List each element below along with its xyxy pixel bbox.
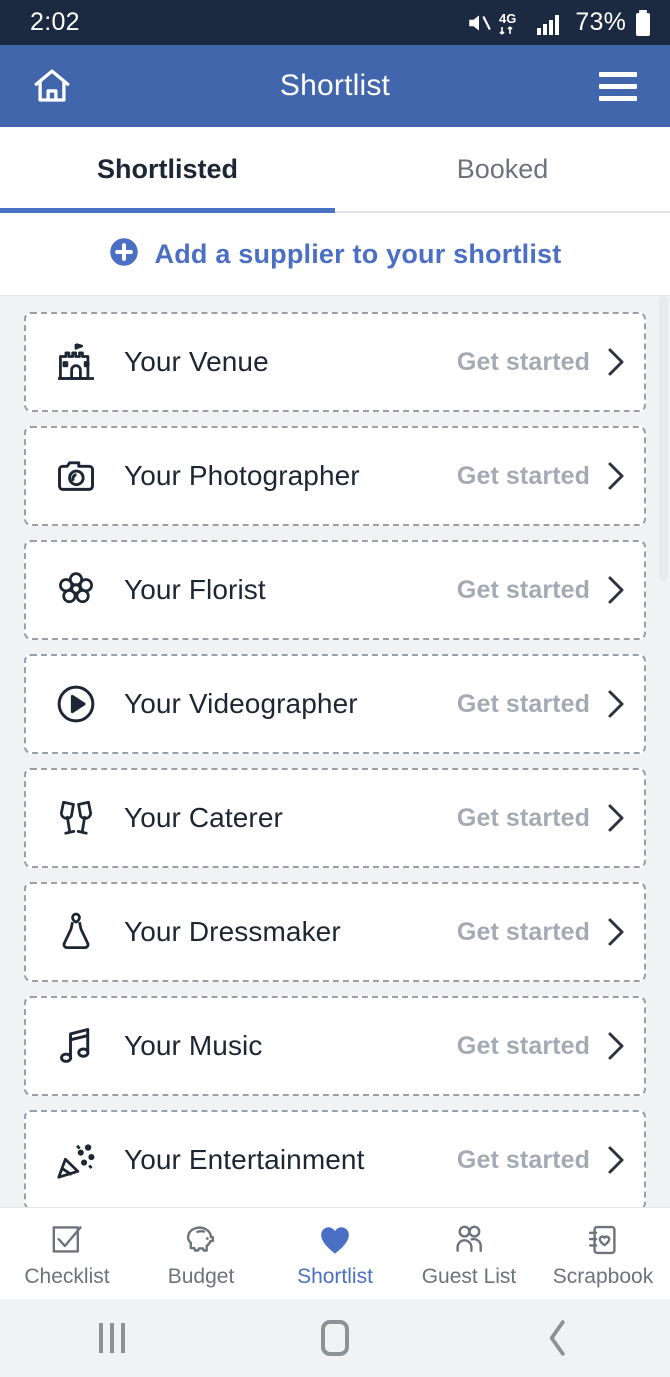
champagne-icon — [48, 796, 104, 840]
piggy-bank-icon — [182, 1218, 220, 1258]
status-time: 2:02 — [30, 8, 80, 36]
scrollbar[interactable] — [659, 296, 668, 581]
chevron-right-icon — [606, 1031, 626, 1061]
supplier-cta: Get started — [456, 689, 590, 718]
supplier-card-florist[interactable]: Your Florist Get started — [24, 540, 646, 640]
4g-data-icon: 4G — [499, 10, 529, 36]
supplier-cta: Get started — [456, 1145, 590, 1174]
nav-item-scrapbook[interactable]: Scrapbook — [536, 1208, 670, 1299]
nav-item-checklist[interactable]: Checklist — [0, 1208, 134, 1299]
party-popper-icon — [48, 1138, 104, 1182]
mute-icon — [466, 10, 492, 36]
nav-item-guest-list[interactable]: Guest List — [402, 1208, 536, 1299]
notebook-icon — [585, 1218, 621, 1258]
supplier-cta: Get started — [456, 461, 590, 490]
plus-circle-icon — [109, 237, 139, 272]
nav-item-budget[interactable]: Budget — [134, 1208, 268, 1299]
signal-bars-icon — [536, 10, 564, 36]
camera-icon — [48, 454, 104, 498]
supplier-label: Your Florist — [124, 574, 266, 605]
castle-icon — [48, 340, 104, 384]
supplier-label: Your Caterer — [124, 802, 283, 833]
back-icon[interactable] — [513, 1308, 603, 1368]
supplier-label: Your Dressmaker — [124, 916, 341, 947]
home-icon[interactable] — [26, 60, 78, 112]
supplier-label: Your Venue — [124, 346, 269, 377]
chevron-right-icon — [606, 689, 626, 719]
phone-screen: 2:02 4G 73% Shortlist Shortlisted Booked… — [0, 0, 670, 1377]
supplier-label: Your Music — [124, 1030, 263, 1061]
supplier-card-venue[interactable]: Your Venue Get started — [24, 312, 646, 412]
hamburger-menu-icon[interactable] — [592, 60, 644, 112]
supplier-label: Your Videographer — [124, 688, 358, 719]
supplier-card-dressmaker[interactable]: Your Dressmaker Get started — [24, 882, 646, 982]
battery-percent-label: 73% — [575, 8, 626, 36]
chevron-right-icon — [606, 803, 626, 833]
nav-label: Scrapbook — [552, 1265, 654, 1288]
home-key-icon[interactable] — [290, 1308, 380, 1368]
chevron-right-icon — [606, 347, 626, 377]
supplier-label: Your Entertainment — [124, 1144, 365, 1175]
dress-icon — [48, 910, 104, 954]
chevron-right-icon — [606, 461, 626, 491]
supplier-cta: Get started — [456, 575, 590, 604]
chevron-right-icon — [606, 575, 626, 605]
checkbox-icon — [49, 1218, 85, 1258]
tab-bar: Shortlisted Booked — [0, 127, 670, 213]
chevron-right-icon — [606, 1145, 626, 1175]
flower-icon — [48, 568, 104, 612]
tab-booked[interactable]: Booked — [335, 127, 670, 211]
nav-item-shortlist[interactable]: Shortlist — [268, 1208, 402, 1299]
supplier-cta: Get started — [456, 917, 590, 946]
battery-icon — [634, 9, 652, 37]
supplier-card-photographer[interactable]: Your Photographer Get started — [24, 426, 646, 526]
heart-icon — [317, 1218, 353, 1258]
supplier-card-videographer[interactable]: Your Videographer Get started — [24, 654, 646, 754]
music-note-icon — [48, 1024, 104, 1068]
android-navigation-bar — [0, 1299, 670, 1377]
supplier-cta: Get started — [456, 1031, 590, 1060]
supplier-list: Your Venue Get started Your Photographer… — [0, 296, 670, 1207]
supplier-card-entertainment[interactable]: Your Entertainment Get started — [24, 1110, 646, 1207]
people-icon — [451, 1218, 487, 1258]
status-bar: 2:02 4G 73% — [0, 0, 670, 45]
page-title: Shortlist — [279, 69, 391, 102]
bottom-navigation: Checklist Budget Shortlist Guest List Sc… — [0, 1207, 670, 1299]
recents-icon[interactable] — [67, 1308, 157, 1368]
supplier-label: Your Photographer — [124, 460, 360, 491]
nav-label: Guest List — [421, 1265, 517, 1288]
status-icons: 4G 73% — [466, 8, 652, 37]
supplier-cta: Get started — [456, 347, 590, 376]
tab-shortlisted[interactable]: Shortlisted — [0, 127, 335, 213]
supplier-cta: Get started — [456, 803, 590, 832]
add-supplier-label: Add a supplier to your shortlist — [154, 238, 562, 269]
nav-label: Checklist — [24, 1265, 110, 1288]
play-circle-icon — [48, 682, 104, 726]
nav-label: Shortlist — [297, 1265, 373, 1288]
nav-label: Budget — [167, 1265, 235, 1288]
supplier-card-music[interactable]: Your Music Get started — [24, 996, 646, 1096]
chevron-right-icon — [606, 917, 626, 947]
supplier-card-caterer[interactable]: Your Caterer Get started — [24, 768, 646, 868]
app-bar: Shortlist — [0, 45, 670, 127]
add-supplier-button[interactable]: Add a supplier to your shortlist — [0, 213, 670, 296]
svg-text:4G: 4G — [499, 11, 516, 26]
